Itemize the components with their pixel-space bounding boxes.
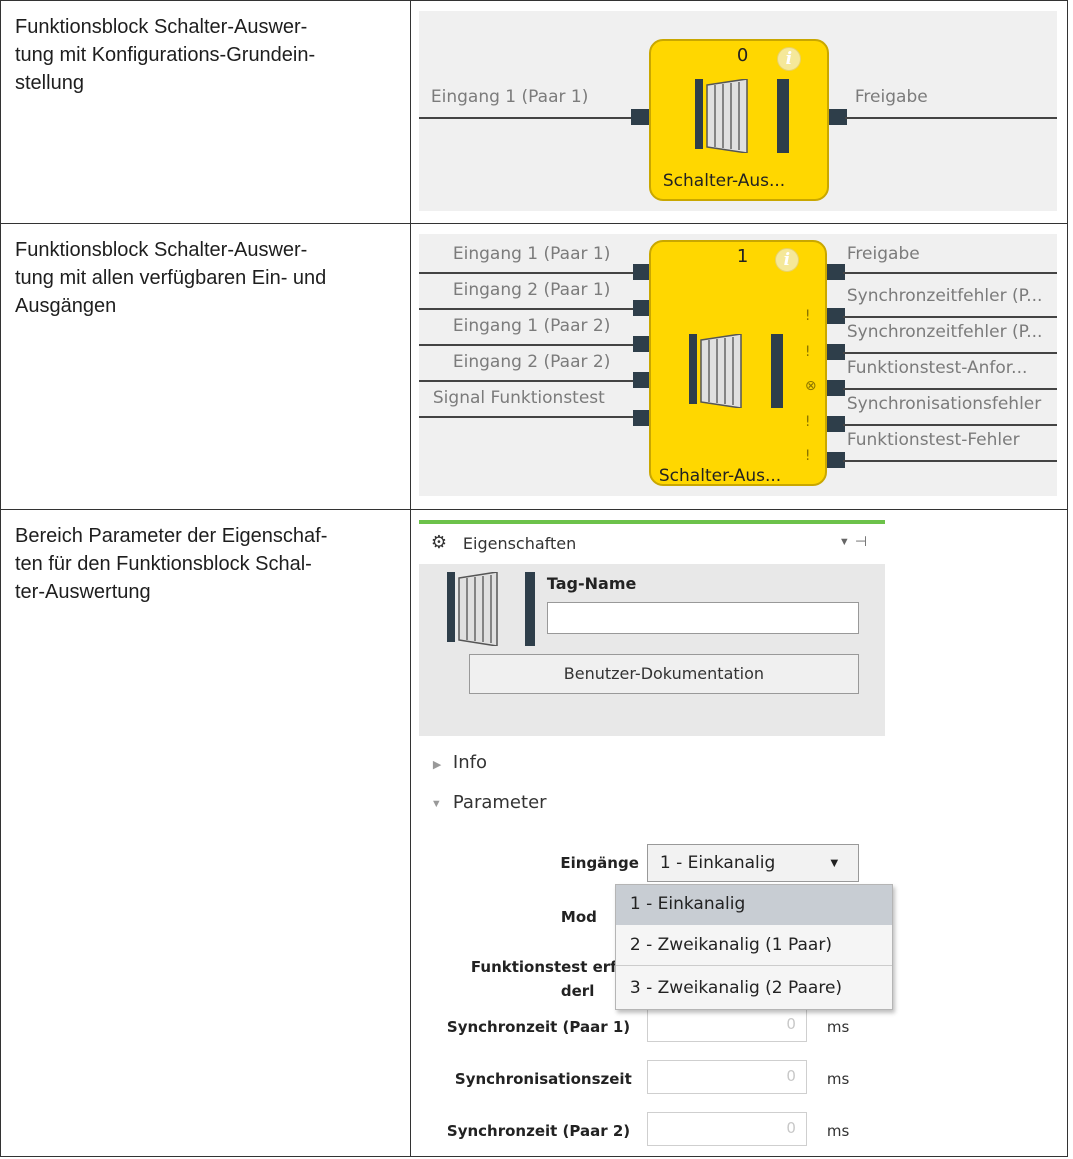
output-label: Funktionstest-Fehler [846, 430, 1020, 450]
output-label: Freigabe [846, 244, 920, 264]
row3-desc-line: Bereich Parameter der Eigenschaf- [15, 525, 328, 547]
input-label: Signal Funktionstest [432, 388, 605, 408]
functest-label: Funktionstest erf [470, 958, 617, 976]
input-wire [418, 416, 635, 418]
row2-description: Funktionsblock Schalter-Auswer- tung mit… [0, 223, 411, 510]
row1-desc-line: tung mit Konfigurations-Grundein- [15, 44, 316, 66]
row2-figure: Eingang 1 (Paar 1) Eingang 2 (Paar 1) Ei… [409, 223, 1069, 510]
gate-switch-icon [446, 572, 535, 646]
warning-icon: ! [804, 308, 811, 324]
info-icon[interactable]: i [774, 248, 799, 272]
inputs-select[interactable]: 1 - Einkanalig ▼ [646, 844, 859, 882]
chevron-down-icon: ▼ [827, 855, 841, 870]
output-label: Funktionstest-Anfor... [846, 358, 1028, 378]
dropdown-option[interactable]: 2 - Zweikanalig (1 Paar) [615, 926, 892, 966]
properties-header: ⚙ Eigenschaften ▼ ⊣ [419, 524, 885, 564]
inputs-dropdown-list: 1 - Einkanalig 2 - Zweikanalig (1 Paar) … [614, 884, 893, 1010]
output-wire [842, 316, 1057, 318]
row1-desc-line: stellung [15, 72, 84, 94]
info-section[interactable]: Info [453, 752, 487, 773]
output-wire [842, 388, 1057, 390]
row3-figure: ⚙ Eigenschaften ▼ ⊣ Tag-Name Benutzer-Do… [409, 509, 1069, 1157]
sync-pair2-unit: ms [826, 1122, 850, 1140]
input-label: Eingang 1 (Paar 1) [452, 244, 611, 264]
row1-description: Funktionsblock Schalter-Auswer- tung mit… [0, 0, 411, 224]
pin-icon[interactable]: ⊣ [855, 533, 867, 550]
block-name: Schalter-Aus... [662, 171, 786, 191]
row3-description: Bereich Parameter der Eigenschaf- ten fü… [0, 509, 411, 1157]
sync-time-unit: ms [826, 1070, 850, 1088]
tag-name-input[interactable] [546, 602, 859, 634]
input-label: Eingang 2 (Paar 2) [452, 352, 611, 372]
dropdown-option[interactable]: 1 - Einkanalig [615, 885, 892, 925]
sync-time-label: Synchronisationszeit [454, 1070, 632, 1088]
dropdown-option-label: 1 - Einkanalig [629, 894, 746, 914]
input-label: Eingang 1 (Paar 2) [452, 316, 611, 336]
sync-pair1-input[interactable]: 0 [646, 1008, 807, 1042]
function-block-diagram-basic: Eingang 1 (Paar 1) 0 i Schalter-Aus... F… [418, 11, 1057, 211]
documentation-table: Funktionsblock Schalter-Auswer- tung mit… [0, 0, 1069, 1157]
row3-desc-line: ten für den Funktionsblock Schal- [15, 553, 312, 575]
block-name: Schalter-Aus... [658, 466, 782, 486]
sync-pair2-label: Synchronzeit (Paar 2) [446, 1122, 631, 1140]
sync-pair1-label: Synchronzeit (Paar 1) [446, 1018, 631, 1036]
input-wire [418, 272, 635, 274]
function-block-diagram-full: Eingang 1 (Paar 1) Eingang 2 (Paar 1) Ei… [418, 234, 1057, 496]
dropdown-option-label: 2 - Zweikanalig (1 Paar) [629, 935, 832, 955]
output-wire [842, 460, 1057, 462]
row2-desc-line: Funktionsblock Schalter-Auswer- [15, 239, 308, 261]
sync-pair2-input[interactable]: 0 [646, 1112, 807, 1146]
dropdown-option[interactable]: 3 - Zweikanalig (2 Paare) [616, 969, 892, 1009]
input-wire [418, 308, 635, 310]
properties-tag-area: Tag-Name Benutzer-Dokumentation [418, 564, 885, 736]
row2-desc-line: Ausgängen [15, 295, 117, 317]
functest-label-cont: derl [560, 982, 595, 1000]
block-number: 0 [736, 45, 749, 66]
output-wire [842, 424, 1057, 426]
row1-figure: Eingang 1 (Paar 1) 0 i Schalter-Aus... F… [409, 0, 1069, 224]
gate-switch-icon [688, 334, 783, 408]
mode-label: Mod [560, 908, 597, 926]
output-wire [842, 272, 1057, 274]
output-label: Synchronzeitfehler (P... [846, 322, 1043, 342]
row3-desc-line: ter-Auswertung [15, 581, 151, 603]
input-wire [418, 344, 635, 346]
block-number: 1 [736, 246, 749, 267]
gate-switch-icon [694, 79, 789, 153]
input-wire [418, 380, 635, 382]
user-documentation-button[interactable]: Benutzer-Dokumentation [468, 654, 859, 694]
dropdown-option-label: 3 - Zweikanalig (2 Paare) [629, 978, 843, 998]
input-pin[interactable] [630, 109, 649, 125]
warning-icon: ! [804, 414, 811, 430]
expanded-arrow-icon[interactable]: ▼ [431, 798, 442, 810]
row2-desc-line: tung mit allen verfügbaren Ein- und [15, 267, 327, 289]
input-wire [418, 117, 633, 119]
output-label: Freigabe [854, 87, 928, 107]
tag-name-label: Tag-Name [546, 574, 637, 593]
parameter-section[interactable]: Parameter [453, 792, 547, 813]
warning-icon: ! [804, 448, 811, 464]
inputs-label: Eingänge [560, 854, 639, 872]
error-icon: ⊗ [804, 378, 817, 394]
sync-time-input[interactable]: 0 [646, 1060, 807, 1094]
info-icon[interactable]: i [776, 47, 801, 71]
warning-icon: ! [804, 344, 811, 360]
output-label: Synchronzeitfehler (P... [846, 286, 1043, 306]
output-label: Synchronisationsfehler [846, 394, 1042, 414]
gear-icon: ⚙ [430, 532, 448, 552]
output-wire [844, 117, 1057, 119]
properties-title: Eigenschaften [462, 534, 577, 553]
input-label: Eingang 2 (Paar 1) [452, 280, 611, 300]
sync-pair1-unit: ms [826, 1018, 850, 1036]
collapsed-arrow-icon[interactable]: ▶ [433, 758, 441, 771]
dropdown-arrow-icon[interactable]: ▼ [839, 536, 850, 548]
input-label: Eingang 1 (Paar 1) [430, 87, 589, 107]
row1-desc-line: Funktionsblock Schalter-Auswer- [15, 16, 308, 38]
inputs-select-value: 1 - Einkanalig [659, 853, 776, 873]
output-wire [842, 352, 1057, 354]
